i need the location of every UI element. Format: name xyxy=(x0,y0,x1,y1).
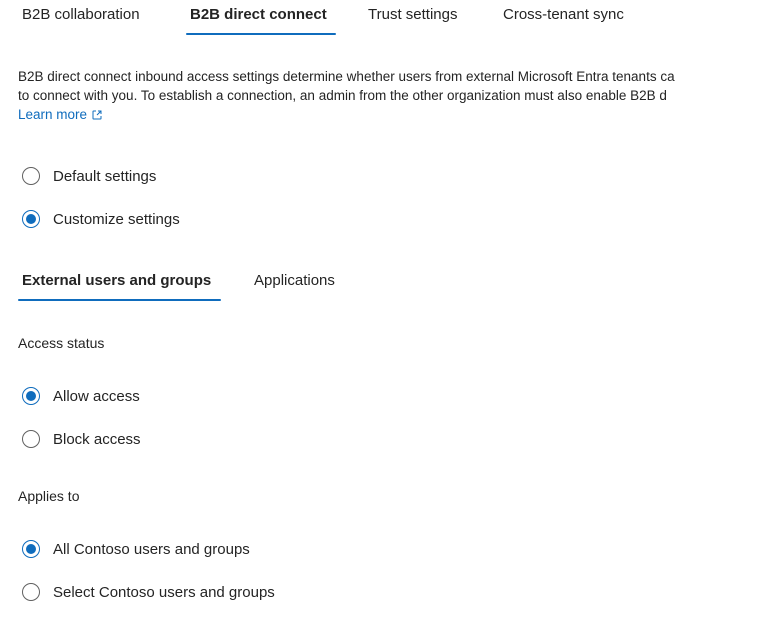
learn-more-label: Learn more xyxy=(18,107,88,122)
active-tab-indicator xyxy=(186,33,336,35)
tab-b2b-direct-connect[interactable]: B2B direct connect xyxy=(190,6,327,23)
tab-applications[interactable]: Applications xyxy=(254,272,335,289)
radio-all-contoso-users-label: All Contoso users and groups xyxy=(53,540,250,558)
radio-select-contoso-users-label: Select Contoso users and groups xyxy=(53,583,275,601)
radio-customize-settings-label: Customize settings xyxy=(53,210,180,228)
radio-allow-access-label: Allow access xyxy=(53,387,140,405)
tab-cross-tenant-sync[interactable]: Cross-tenant sync xyxy=(503,6,624,23)
top-tab-bar: B2B collaboration B2B direct connect Tru… xyxy=(0,0,767,40)
description-line-1: B2B direct connect inbound access settin… xyxy=(18,69,675,84)
radio-block-access[interactable]: Block access xyxy=(22,428,141,450)
radio-customize-settings[interactable]: Customize settings xyxy=(22,208,180,230)
tab-external-users-and-groups[interactable]: External users and groups xyxy=(22,272,211,289)
radio-allow-access-circle[interactable] xyxy=(22,387,40,405)
radio-allow-access[interactable]: Allow access xyxy=(22,385,140,407)
radio-default-settings-label: Default settings xyxy=(53,167,157,185)
applies-to-label: Applies to xyxy=(18,488,80,504)
radio-all-contoso-users-circle[interactable] xyxy=(22,540,40,558)
access-status-label: Access status xyxy=(18,335,105,351)
radio-customize-settings-circle[interactable] xyxy=(22,210,40,228)
radio-default-settings[interactable]: Default settings xyxy=(22,165,156,187)
radio-block-access-circle[interactable] xyxy=(22,430,40,448)
radio-default-settings-circle[interactable] xyxy=(22,167,40,185)
description-line-2: to connect with you. To establish a conn… xyxy=(18,88,667,103)
tab-trust-settings[interactable]: Trust settings xyxy=(368,6,457,23)
learn-more-link[interactable]: Learn more xyxy=(18,107,102,122)
radio-select-contoso-users-circle[interactable] xyxy=(22,583,40,601)
radio-block-access-label: Block access xyxy=(53,430,141,448)
external-link-icon xyxy=(92,110,102,120)
radio-all-contoso-users[interactable]: All Contoso users and groups xyxy=(22,538,250,560)
description: B2B direct connect inbound access settin… xyxy=(18,67,767,124)
tab-b2b-collaboration[interactable]: B2B collaboration xyxy=(22,6,140,23)
radio-select-contoso-users[interactable]: Select Contoso users and groups xyxy=(22,581,275,603)
active-subtab-indicator xyxy=(18,299,221,301)
